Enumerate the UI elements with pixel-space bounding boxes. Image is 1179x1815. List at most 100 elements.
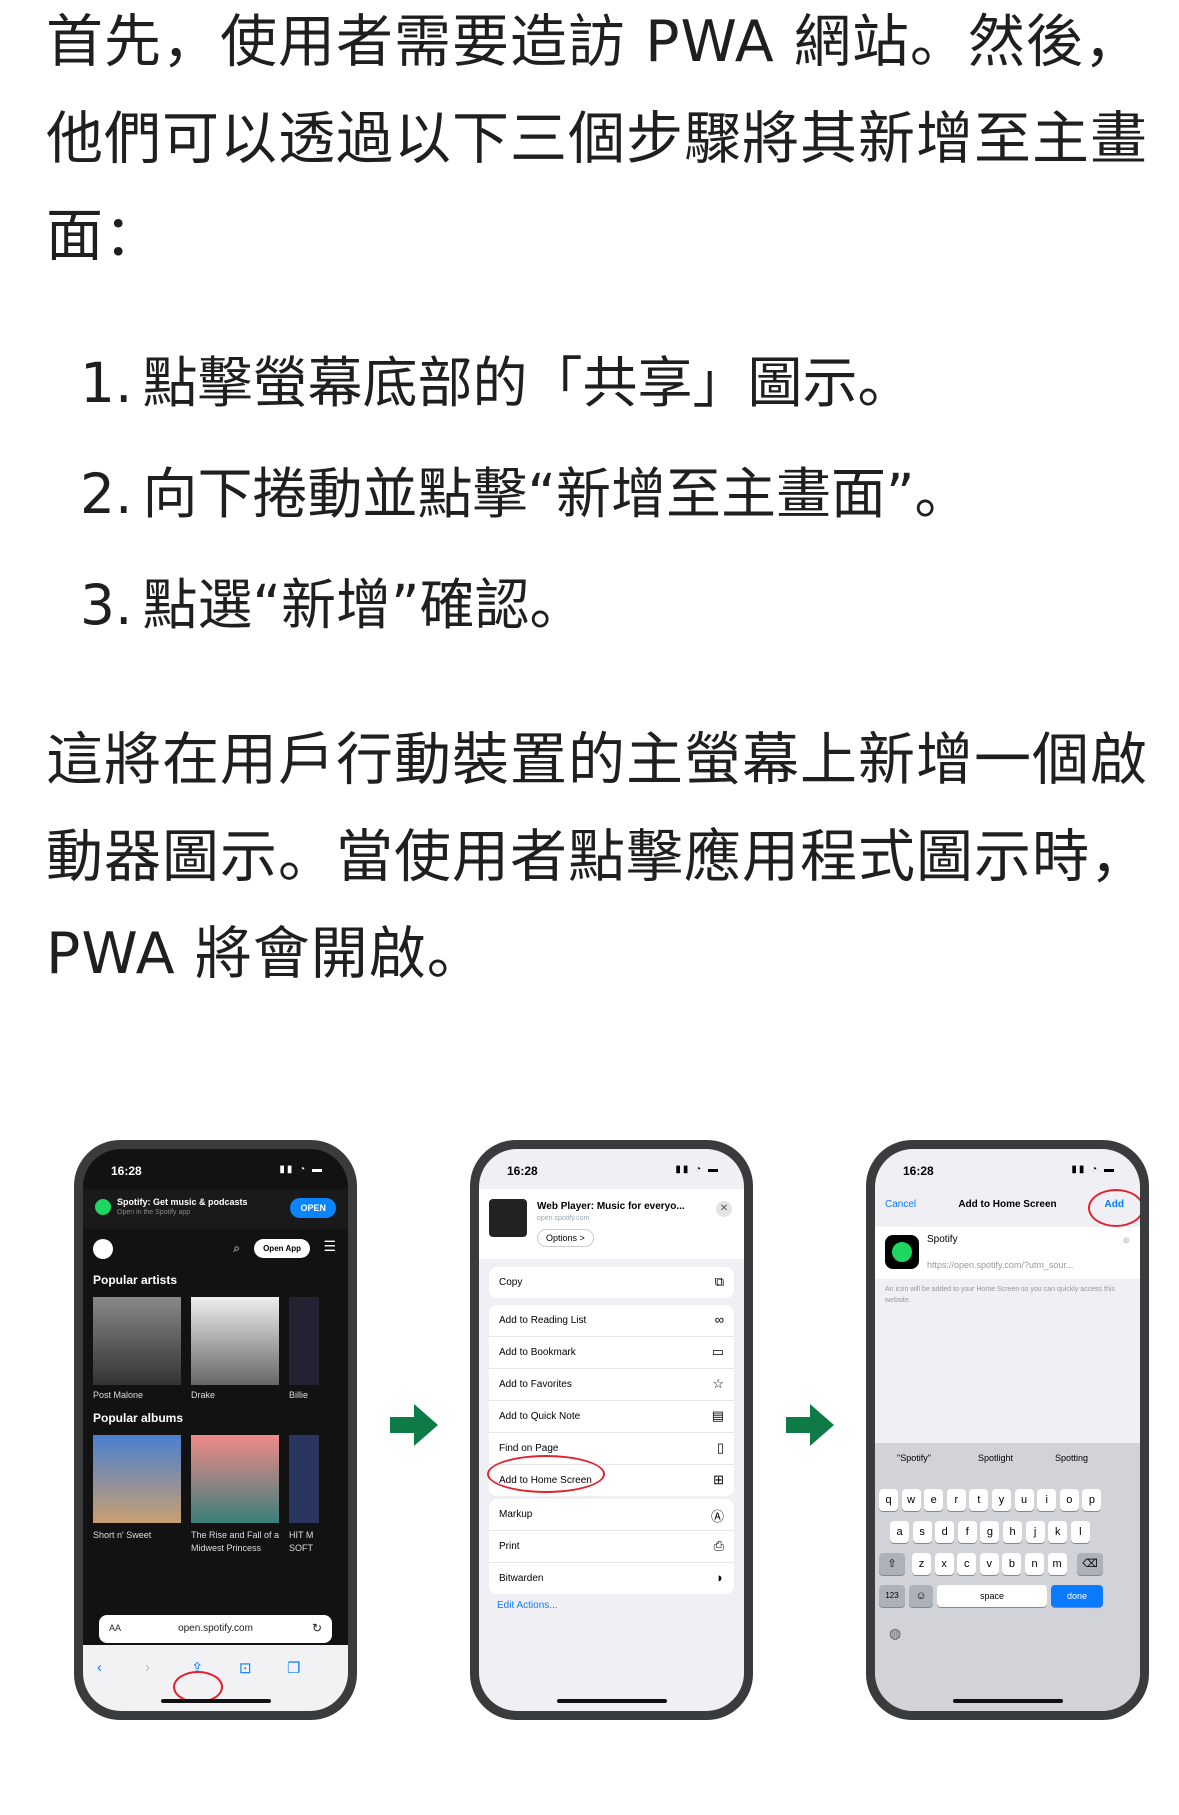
action-label: Add to Bookmark [499, 1347, 576, 1358]
artist-image[interactable] [93, 1297, 181, 1385]
keyboard-key[interactable]: w [901, 1489, 921, 1511]
menu-icon[interactable]: ☰ [323, 1238, 336, 1255]
keyboard-key[interactable]: i [1037, 1489, 1057, 1511]
album-name: Short n' Sweet [93, 1530, 152, 1540]
delete-icon[interactable]: ⌫ [1077, 1553, 1103, 1575]
done-key[interactable]: done [1051, 1585, 1103, 1607]
print-icon: ⎙ [713, 1538, 724, 1553]
keyboard-key[interactable]: m [1047, 1553, 1067, 1575]
suggestion[interactable]: "Spotify" [897, 1453, 931, 1463]
keyboard-key[interactable]: x [934, 1553, 954, 1575]
keyboard-key[interactable]: l [1070, 1521, 1090, 1543]
share-action-row[interactable]: Copy ⧉ [489, 1267, 734, 1298]
step-number: 1. [80, 351, 133, 415]
keyboard-key[interactable]: s [912, 1521, 932, 1543]
keyboard-key[interactable]: k [1048, 1521, 1068, 1543]
keyboard-key[interactable]: c [957, 1553, 977, 1575]
keyboard-key[interactable]: q [879, 1489, 898, 1511]
share-action-row[interactable]: Add to Reading List ∞ [489, 1305, 734, 1337]
keyboard-key[interactable]: y [992, 1489, 1011, 1511]
phone-screen: 16:28 ▮▮ ◔ ▬ Spotify: Get music & podcas… [83, 1149, 348, 1711]
keyboard-key[interactable]: h [1003, 1521, 1022, 1543]
action-label: Bitwarden [499, 1573, 544, 1584]
keyboard-key[interactable]: p [1082, 1489, 1102, 1511]
emoji-icon[interactable]: ☺ [909, 1585, 933, 1607]
artist-image[interactable] [289, 1297, 319, 1385]
suggestion[interactable]: Spotting [1055, 1453, 1088, 1463]
keyboard-key[interactable]: z [912, 1553, 931, 1575]
app-url: https://open.spotify.com/?utm_sour... [927, 1260, 1074, 1270]
phone-add-to-home: 16:28 ▮▮ ◔ ▬ Cancel Add to Home Screen A… [866, 1140, 1149, 1720]
shift-icon[interactable]: ⇧ [879, 1553, 905, 1575]
numbers-key[interactable]: 123 [879, 1585, 905, 1607]
keyboard-key[interactable]: j [1025, 1521, 1045, 1543]
keyboard-key[interactable]: f [957, 1521, 977, 1543]
star-icon: ☆ [712, 1376, 724, 1391]
close-icon[interactable]: ✕ [716, 1201, 732, 1217]
options-button[interactable]: Options > [537, 1229, 594, 1247]
step-item: 3. 點選“新增”確認。 [80, 550, 969, 661]
reload-icon[interactable]: ↻ [312, 1621, 322, 1635]
search-icon[interactable]: ⌕ [233, 1241, 240, 1256]
tabs-icon[interactable]: ❐ [287, 1659, 300, 1677]
arrow-right-icon [786, 1404, 834, 1446]
step-number: 2. [80, 462, 133, 526]
share-action-row[interactable]: Bitwarden ◗ [489, 1563, 734, 1594]
bookmarks-icon[interactable]: ⊡ [239, 1659, 252, 1677]
status-bar: 16:28 ▮▮ ◔ ▬ [875, 1149, 1140, 1185]
edit-actions-link[interactable]: Edit Actions... [497, 1600, 558, 1611]
highlight-circle [1088, 1189, 1140, 1227]
share-group-copy: Copy ⧉ [489, 1267, 734, 1298]
action-label: Print [499, 1541, 520, 1552]
keyboard-key[interactable]: t [969, 1489, 989, 1511]
steps-list: 1. 點擊螢幕底部的「共享」圖示。 2. 向下捲動並點擊“新增至主畫面”。 3. 點選… [80, 328, 969, 661]
spotify-app-icon [885, 1235, 919, 1269]
step-text: 點擊螢幕底部的「共享」圖示。 [142, 351, 913, 415]
app-name-input[interactable]: Spotify [927, 1234, 958, 1245]
app-banner: Spotify: Get music & podcasts Open in th… [83, 1189, 348, 1229]
suggestion[interactable]: Spotlight [978, 1453, 1013, 1463]
open-app-button[interactable]: Open App [254, 1239, 310, 1258]
keyboard-key[interactable]: b [1002, 1553, 1022, 1575]
safari-address-bar[interactable]: AA open.spotify.com ↻ [99, 1615, 332, 1643]
keyboard-key[interactable]: d [935, 1521, 955, 1543]
keyboard-key[interactable]: n [1025, 1553, 1044, 1575]
banner-title: Spotify: Get music & podcasts [117, 1197, 248, 1207]
clear-icon[interactable]: ⊗ [1122, 1235, 1130, 1246]
share-action-row[interactable]: Add to Bookmark ▭ [489, 1337, 734, 1369]
step-item: 2. 向下捲動並點擊“新增至主畫面”。 [80, 439, 969, 550]
keyboard-key[interactable]: e [924, 1489, 944, 1511]
share-action-row[interactable]: Add to Favorites ☆ [489, 1369, 734, 1401]
keyboard-key[interactable]: u [1014, 1489, 1034, 1511]
forward-icon[interactable]: › [145, 1659, 150, 1676]
keyboard-key[interactable]: a [890, 1521, 909, 1543]
keyboard-key[interactable]: o [1059, 1489, 1079, 1511]
signal-wifi-battery-icon: ▮▮ ◔ ▬ [1071, 1164, 1116, 1175]
album-cover[interactable] [289, 1435, 319, 1523]
share-action-row[interactable]: Add to Quick Note ▤ [489, 1401, 734, 1433]
phone-screen: 16:28 ▮▮ ◔ ▬ Web Player: Music for every… [479, 1149, 744, 1711]
keyboard-key[interactable]: r [946, 1489, 966, 1511]
album-cover[interactable] [93, 1435, 181, 1523]
signal-wifi-battery-icon: ▮▮ ◔ ▬ [279, 1164, 324, 1175]
space-key[interactable]: space [937, 1585, 1047, 1607]
share-action-row[interactable]: Print ⎙ [489, 1531, 734, 1563]
spotify-navbar: ⌕ Open App ☰ [83, 1233, 348, 1265]
status-time: 16:28 [903, 1164, 934, 1178]
keyboard: "Spotify" Spotlight Spotting 123 ☺ space… [875, 1443, 1140, 1711]
back-icon[interactable]: ‹ [97, 1659, 102, 1676]
open-button[interactable]: OPEN [290, 1198, 336, 1218]
glasses-icon: ∞ [714, 1312, 724, 1327]
signal-wifi-battery-icon: ▮▮ ◔ ▬ [675, 1164, 720, 1175]
intro-paragraph: 首先，使用者需要造訪 PWA 網站。然後，他們可以透過以下三個步驟將其新增至主畫… [46, 9, 1148, 269]
keyboard-key[interactable]: g [980, 1521, 1000, 1543]
suggestion-bar: "Spotify" Spotlight Spotting [875, 1449, 1140, 1471]
hint-text: An icon will be added to your Home Scree… [885, 1286, 1115, 1304]
globe-icon[interactable]: ◍ [889, 1625, 901, 1642]
banner-subtitle: Open in the Spotify app [117, 1209, 191, 1216]
keyboard-key[interactable]: v [979, 1553, 999, 1575]
spotify-logo-icon[interactable] [93, 1239, 113, 1259]
album-cover[interactable] [191, 1435, 279, 1523]
artist-image[interactable] [191, 1297, 279, 1385]
share-action-row[interactable]: Markup Ⓐ [489, 1499, 734, 1531]
